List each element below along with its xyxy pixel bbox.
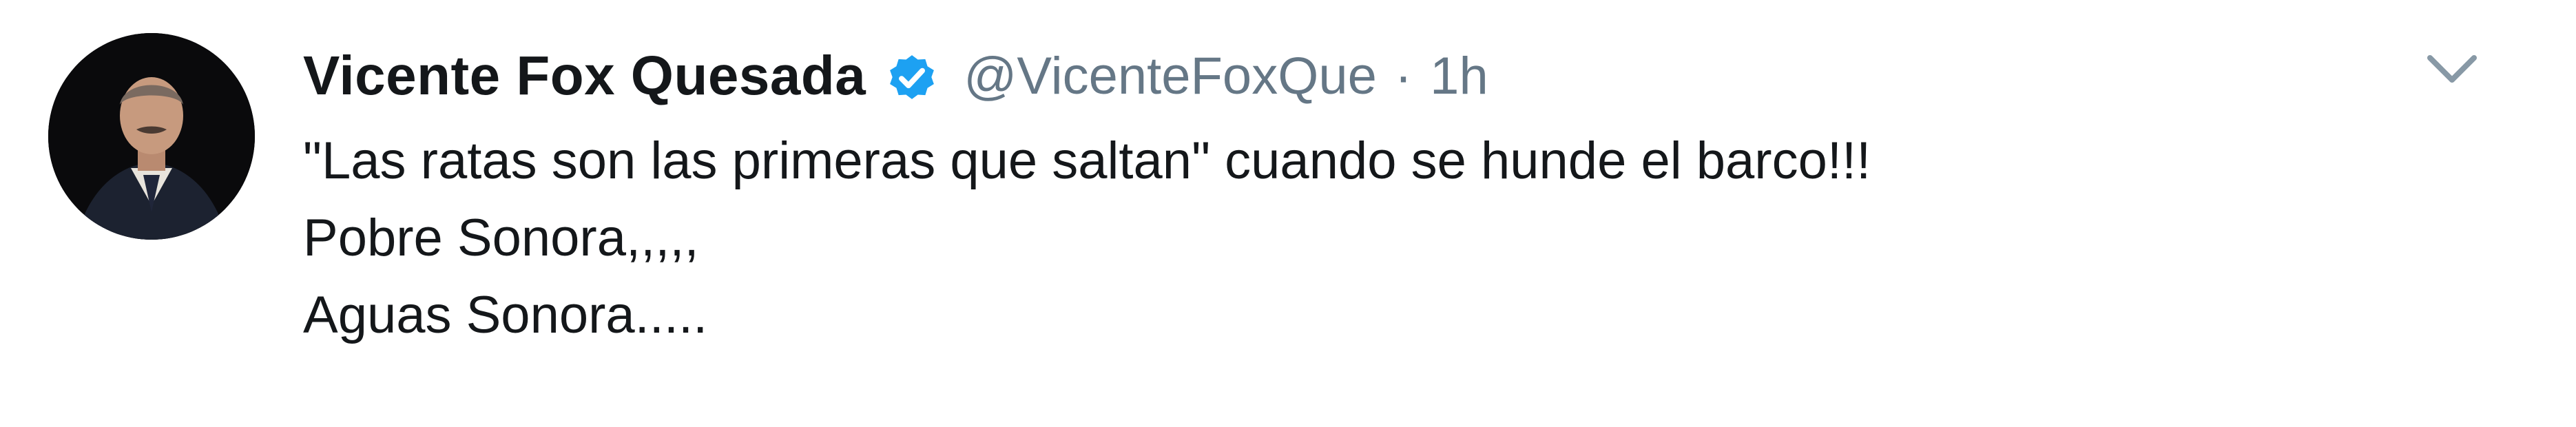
tweet-header: Vicente Fox Quesada @VicenteFoxQue · 1h [303, 41, 2576, 110]
user-handle[interactable]: @VicenteFoxQue [964, 46, 1377, 106]
separator-dot: · [1394, 46, 1413, 105]
chevron-down-icon[interactable] [2424, 50, 2480, 88]
tweet-text-line: Pobre Sonora,,,,, [303, 209, 699, 267]
profile-photo [48, 33, 255, 240]
tweet-timestamp[interactable]: 1h [1430, 46, 1488, 106]
tweet-text-line: "Las ratas son las primeras que saltan" … [303, 132, 1871, 190]
display-name[interactable]: Vicente Fox Quesada [303, 44, 866, 107]
tweet-text: "Las ratas son las primeras que saltan" … [303, 123, 2576, 354]
tweet-card[interactable]: Vicente Fox Quesada @VicenteFoxQue · 1h … [0, 0, 2576, 427]
avatar[interactable] [48, 33, 255, 240]
verified-badge-icon [882, 48, 942, 107]
tweet-text-line: Aguas Sonora..... [303, 286, 708, 344]
tweet-content: Vicente Fox Quesada @VicenteFoxQue · 1h … [303, 41, 2576, 354]
